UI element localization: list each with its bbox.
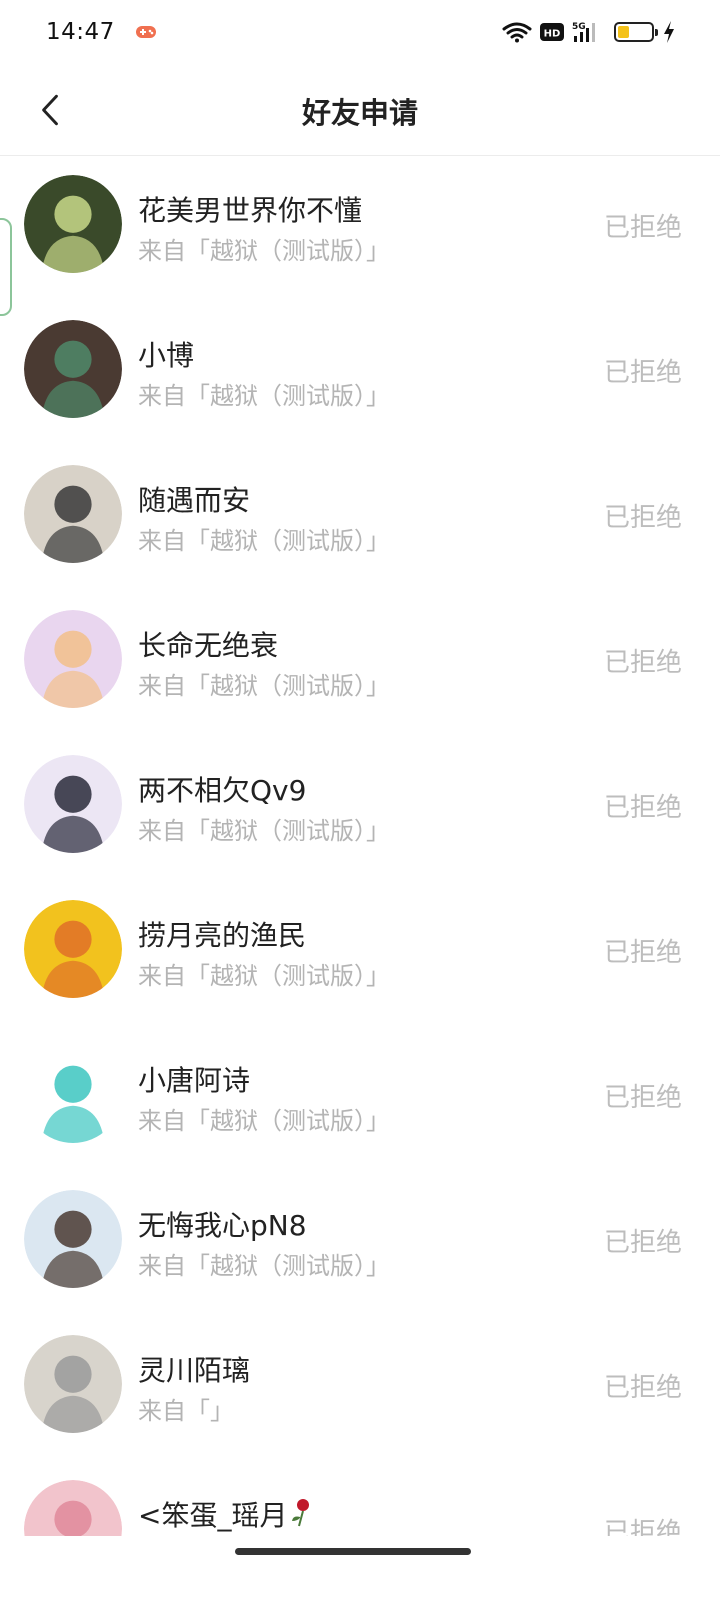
request-name-text: 灵川陌璃 (138, 1354, 251, 1387)
request-status-rejected: 已拒绝 (603, 213, 682, 243)
network-label: 5G (572, 22, 586, 32)
charging-icon (664, 21, 674, 43)
hd-icon: HD (540, 23, 564, 41)
friend-requests-screen: 14:47 HD 5G 好友申请 花美男世界你不懂 来自「越狱（测试版）」 已拒… (0, 0, 720, 1600)
avatar[interactable] (24, 320, 122, 418)
request-status-rejected: 已拒绝 (603, 648, 682, 678)
friend-request-item[interactable]: 花美男世界你不懂来自「越狱（测试版）」 已拒绝 (0, 157, 720, 302)
request-name: 长命无绝衰 (138, 624, 278, 664)
friend-request-item[interactable]: 无悔我心pN8 来自「越狱（测试版）」 已拒绝 (0, 1172, 720, 1317)
friend-request-list: 花美男世界你不懂 来自「越狱（测试版）」 已拒绝 小博 来自「越狱（测试版）」 已拒绝 随遇… (0, 157, 720, 1600)
avatar[interactable] (24, 900, 122, 998)
avatar[interactable] (24, 175, 122, 273)
avatar[interactable] (24, 1045, 122, 1143)
friend-request-item[interactable]: 捞月亮的渔民来自「越狱（测试版）」 已拒绝 (0, 882, 720, 1027)
request-status-rejected: 已拒绝 (603, 793, 682, 823)
status-time: 14:47 (46, 19, 115, 45)
home-indicator[interactable] (235, 1548, 471, 1555)
request-name: 小唐阿诗 (138, 1059, 250, 1099)
page-header: 好友申请 (0, 64, 720, 156)
request-status-rejected: 已拒绝 (603, 358, 682, 388)
avatar[interactable] (24, 610, 122, 708)
request-name-text: 小博 (138, 339, 195, 372)
request-name: 灵川陌璃 (138, 1349, 250, 1389)
request-name-text: 长命无绝衰 (138, 629, 279, 662)
request-source: 来自「越狱（测试版）」 (138, 1252, 390, 1280)
wifi-icon (502, 22, 532, 43)
request-source: 来自「」 (138, 1397, 234, 1425)
request-name: 两不相欠Qv9 (138, 769, 306, 809)
battery-level (618, 26, 629, 38)
request-name: 随遇而安 (138, 479, 250, 519)
gamepad-icon (135, 26, 156, 38)
request-source: 来自「越狱（测试版）」 (138, 672, 390, 700)
friend-request-item[interactable]: 随遇而安来自「越狱（测试版）」 已拒绝 (0, 447, 720, 592)
request-status-rejected: 已拒绝 (603, 1228, 682, 1258)
signal-5g-icon: 5G (572, 22, 595, 42)
request-name: 小博 (138, 334, 194, 374)
request-source: 来自「越狱（测试版）」 (138, 1107, 390, 1135)
friend-request-item[interactable]: 小博来自「越狱（测试版）」 已拒绝 (0, 302, 720, 447)
request-source: 来自「越狱（测试版）」 (138, 382, 390, 410)
request-name: 花美男世界你不懂 (138, 189, 362, 229)
request-name-text: 小唐阿诗 (138, 1064, 251, 1097)
avatar[interactable] (24, 1335, 122, 1433)
request-source: 来自「越狱（测试版）」 (138, 817, 390, 845)
request-name-text: 花美男世界你不懂 (138, 194, 363, 227)
request-name: 无悔我心pN8 (138, 1204, 307, 1244)
request-name-text: 两不相欠Qv9 (138, 774, 307, 807)
request-status-rejected: 已拒绝 (603, 938, 682, 968)
bottom-area (0, 1536, 720, 1600)
request-source: 来自「越狱（测试版）」 (138, 527, 390, 555)
request-name-text: 捞月亮的渔民 (138, 919, 307, 952)
avatar[interactable] (24, 755, 122, 853)
request-name-text: <笨蛋_瑶月 (138, 1499, 288, 1532)
request-status-rejected: 已拒绝 (603, 1083, 682, 1113)
request-name-text: 随遇而安 (138, 484, 251, 517)
request-status-rejected: 已拒绝 (603, 1373, 682, 1403)
request-name: 捞月亮的渔民 (138, 914, 306, 954)
page-title: 好友申请 (301, 96, 418, 130)
request-name-text: 无悔我心pN8 (138, 1209, 307, 1242)
request-name: <笨蛋_瑶月 (138, 1494, 313, 1534)
friend-request-item[interactable]: 两不相欠Qv9 来自「越狱（测试版）」 已拒绝 (0, 737, 720, 882)
friend-request-item[interactable]: 小唐阿诗来自「越狱（测试版）」 已拒绝 (0, 1027, 720, 1172)
friend-request-item[interactable]: 灵川陌璃来自「」 已拒绝 (0, 1317, 720, 1462)
status-bar: 14:47 HD 5G (0, 0, 720, 64)
request-source: 来自「越狱（测试版）」 (138, 237, 390, 265)
friend-request-item[interactable]: 长命无绝衰来自「越狱（测试版）」 已拒绝 (0, 592, 720, 737)
avatar[interactable] (24, 465, 122, 563)
avatar[interactable] (24, 1190, 122, 1288)
request-source: 来自「越狱（测试版）」 (138, 962, 390, 990)
rose-icon (292, 1499, 310, 1527)
hd-label: HD (544, 29, 561, 40)
request-status-rejected: 已拒绝 (603, 503, 682, 533)
battery-icon (614, 22, 658, 42)
